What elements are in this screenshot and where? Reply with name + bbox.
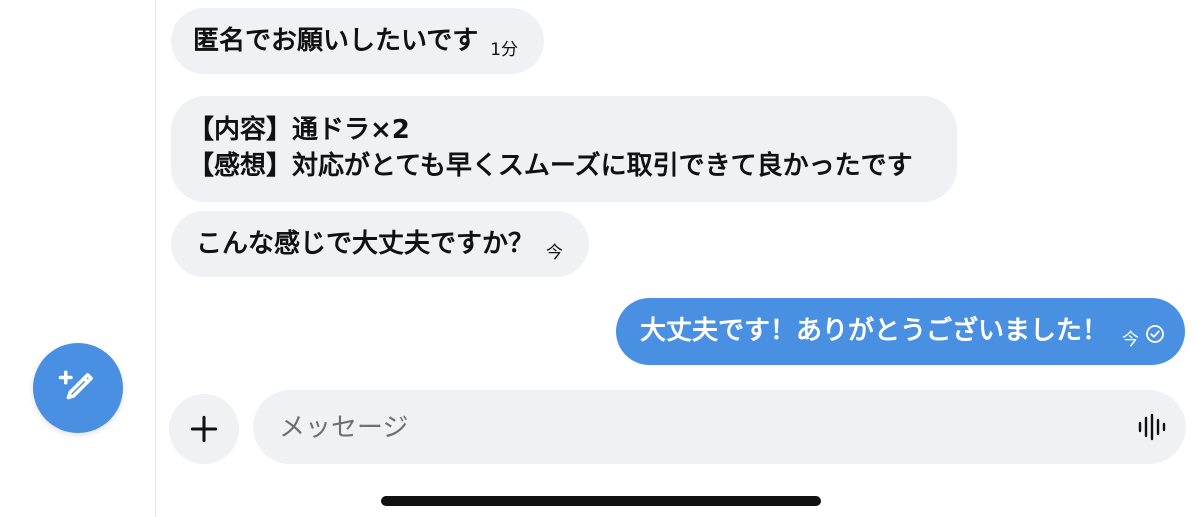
message-input[interactable] [277, 390, 1111, 466]
voice-waveform-icon[interactable] [1136, 411, 1168, 443]
message-text-line: 【内容】通ドラ×2 [188, 115, 410, 145]
dm-conversation-screen: 匿名でお願いしたいです 1分 【内容】通ドラ×2 【感想】対応がとても早くスムーズ… [0, 0, 1199, 517]
sidebar-divider [155, 0, 156, 517]
message-text: こんな感じで大丈夫ですか？ [196, 229, 535, 259]
message-timestamp: 1分 [490, 40, 519, 60]
compose-button[interactable] [33, 343, 123, 433]
message-timestamp: 今 [546, 243, 564, 263]
message-composer [253, 390, 1186, 466]
message-text: 大丈夫です！ありがとうございました！ [639, 316, 1108, 346]
message-bubble-incoming[interactable]: 匿名でお願いしたいです 1分 [171, 8, 545, 74]
message-bubble-outgoing[interactable]: 大丈夫です！ありがとうございました！ 今 [615, 298, 1185, 365]
add-attachment-button[interactable] [169, 394, 239, 464]
message-bubble-incoming[interactable]: 【内容】通ドラ×2 【感想】対応がとても早くスムーズに取引できて良かったです [171, 96, 957, 202]
message-timestamp: 今 [1122, 330, 1139, 350]
message-text-line: 【感想】対応がとても早くスムーズに取引できて良かったです [188, 151, 913, 181]
message-text: 匿名でお願いしたいです [193, 26, 479, 56]
home-indicator[interactable] [381, 496, 821, 506]
compose-icon [58, 370, 93, 400]
plus-icon [190, 415, 218, 443]
read-receipt-check-icon [1146, 325, 1164, 343]
message-bubble-incoming[interactable]: こんな感じで大丈夫ですか？ 今 [171, 211, 590, 277]
